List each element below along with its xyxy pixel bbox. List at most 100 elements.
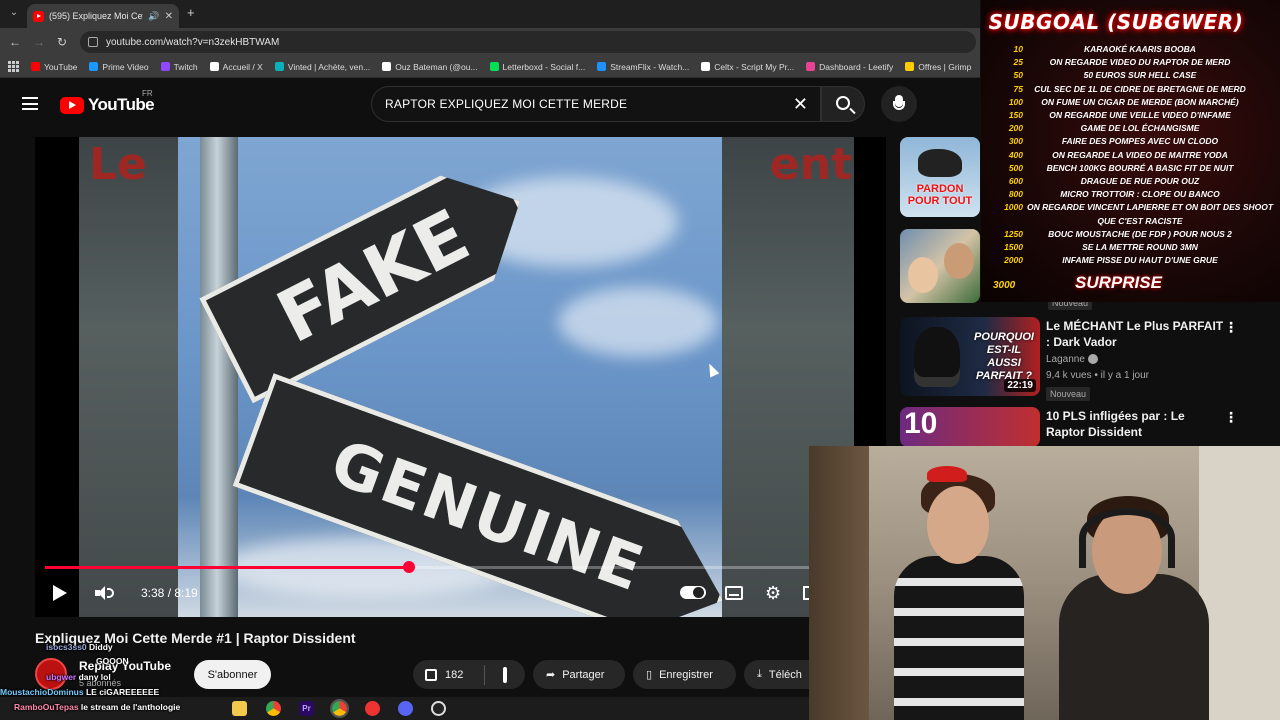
subgoal-item: 150 ON REGARDE UNE VEILLE VIDEO D'INFAME: [989, 110, 1259, 123]
video-bg-text-left: Le: [89, 139, 147, 190]
subgoal-text: ON REGARDE VINCENT LAPIERRE ET ON BOIT D…: [1027, 202, 1274, 213]
bookmark-favicon-icon: [274, 62, 284, 71]
bookmark-item[interactable]: Accueil / X: [209, 61, 263, 72]
more-options-icon[interactable]: ⋮: [1224, 409, 1238, 426]
reload-icon[interactable]: ↻: [53, 33, 71, 51]
bookmark-item[interactable]: Dashboard - Leetify: [806, 62, 893, 72]
site-info-icon[interactable]: [88, 37, 98, 47]
bookmark-item[interactable]: Offres | Grimp: [905, 62, 971, 72]
browser-tab-youtube[interactable]: (595) Expliquez Moi Cette M... 🔊 ✕: [27, 4, 179, 28]
bookmark-label: Dashboard - Leetify: [819, 61, 894, 72]
subgoal-amount: 400: [1008, 149, 1023, 160]
address-bar[interactable]: youtube.com/watch?v=n3zekHBTWAM: [80, 31, 976, 53]
rec-thumb-text: POURQUOI EST-IL AUSSI PARFAIT ?: [974, 331, 1034, 382]
subgoal-amount: 600: [1008, 176, 1023, 186]
subgoal-amount: 300: [1008, 136, 1023, 147]
rec-title[interactable]: 10 PLS infligées par : Le Raptor Disside…: [1046, 408, 1226, 440]
video-frame[interactable]: FAKE GENUINE: [178, 137, 722, 617]
webcam-shelf: [809, 446, 869, 720]
streamer-left-face: [927, 486, 989, 564]
bookmark-label: StreamFlix - Watch...: [610, 61, 690, 72]
app-icon[interactable]: [365, 701, 380, 716]
subgoal-text: ON FUME UN CIGAR DE MERDE (BON MARCHÉ): [1041, 96, 1239, 107]
bookmark-item[interactable]: Letterboxd - Social f...: [489, 62, 585, 72]
save-button[interactable]: ▯ Enregistrer: [633, 660, 736, 689]
rec-thumbnail[interactable]: [900, 229, 980, 303]
bookmark-item[interactable]: YouTube: [31, 62, 77, 72]
subgoal-amount: 2000: [1004, 255, 1023, 266]
premiere-pro-icon[interactable]: Pr: [299, 701, 314, 716]
apps-grid-icon[interactable]: [8, 61, 19, 72]
bookmark-item[interactable]: Celtx - Script My Pr...: [701, 62, 794, 72]
bookmark-favicon-icon: [382, 62, 392, 71]
dislike-button[interactable]: [492, 666, 507, 683]
chrome-active-icon[interactable]: [330, 699, 349, 718]
subgoal-text: INFAME PISSE DU HAUT D'UNE GRUE: [1062, 255, 1218, 266]
rec-channel[interactable]: Laganne: [1046, 354, 1098, 365]
file-explorer-icon[interactable]: [232, 701, 247, 716]
obs-icon[interactable]: [431, 701, 446, 716]
menu-icon[interactable]: [22, 97, 38, 110]
rec-thumbnail[interactable]: PARDON POUR TOUT: [900, 137, 980, 217]
url-text: youtube.com/watch?v=n3zekHBTWAM: [106, 36, 280, 48]
youtube-logo[interactable]: YouTube FR: [60, 89, 155, 115]
bookmark-label: Accueil / X: [222, 61, 263, 72]
like-button[interactable]: 182: [413, 664, 485, 685]
gear-icon[interactable]: ⚙: [765, 584, 781, 602]
subgoal-item: 1500 SE LA METTRE ROUND 3MN: [989, 242, 1259, 255]
close-tab-icon[interactable]: ✕: [165, 11, 173, 22]
chat-message: GOOON: [96, 656, 129, 666]
subgoal-item: 1250 BOUC MOUSTACHE (DE FDP ) POUR NOUS 2: [989, 229, 1259, 242]
bookmark-favicon-icon: [209, 62, 219, 71]
subtitles-icon[interactable]: [725, 586, 743, 600]
discord-icon[interactable]: [398, 701, 413, 716]
video-player[interactable]: Le ent FAKE GENUINE 3:38 / 8:19 ⚙: [35, 137, 886, 617]
rec-thumbnail[interactable]: POURQUOI EST-IL AUSSI PARFAIT ? 22:19: [900, 317, 1040, 396]
bookmark-label: Offres | Grimp: [918, 61, 972, 72]
search-input[interactable]: RAPTOR EXPLIQUEZ MOI CETTE MERDE ✕: [371, 86, 821, 122]
volume-icon[interactable]: [95, 585, 115, 601]
bookmark-favicon-icon: [905, 62, 915, 71]
bookmark-favicon-icon: [160, 62, 170, 71]
subscribe-button[interactable]: S'abonner: [194, 660, 271, 689]
fake-sign: FAKE: [199, 149, 547, 404]
rec-title[interactable]: Le MÉCHANT Le Plus PARFAIT : Dark Vador: [1046, 318, 1226, 350]
webcam-door: [1199, 446, 1280, 720]
subgoal-text: DRAGUE DE RUE POUR OUZ: [1080, 176, 1200, 186]
webcam-feed: [809, 446, 1280, 720]
chrome-icon[interactable]: [266, 701, 281, 716]
speaker-icon[interactable]: 🔊: [148, 11, 159, 22]
scrubber-handle[interactable]: [402, 561, 415, 573]
subgoal-item: 600 DRAGUE DE RUE POUR OUZ: [989, 176, 1259, 189]
subgoal-item: 50 50 EUROS SUR HELL CASE: [989, 70, 1259, 83]
tab-search-button[interactable]: ⌄: [6, 5, 22, 21]
bookmark-item[interactable]: Vinted | Achète, ven...: [274, 62, 370, 72]
back-arrow-icon[interactable]: ←: [6, 33, 24, 51]
bookmark-item[interactable]: StreamFlix - Watch...: [597, 62, 689, 72]
subgoal-amount: 100: [1008, 96, 1023, 107]
voice-search-button[interactable]: [881, 86, 917, 122]
browser-tab-strip: ⌄ (595) Expliquez Moi Cette M... 🔊 ✕ +: [0, 0, 980, 28]
clear-search-icon[interactable]: ✕: [793, 94, 808, 115]
subgoal-amount: 75: [1013, 83, 1023, 94]
subgoal-item: 400 ON REGARDE LA VIDEO DE MAITRE YODA: [989, 150, 1259, 163]
bookmark-favicon-icon: [489, 62, 499, 71]
bookmark-item[interactable]: Twitch: [160, 62, 198, 72]
search-button[interactable]: [821, 86, 865, 122]
subgoal-text: 50 EUROS SUR HELL CASE: [1083, 70, 1197, 81]
bookmark-label: Ouz Bateman (@ou...: [395, 61, 478, 72]
bookmark-item[interactable]: Ouz Bateman (@ou...: [382, 61, 478, 72]
forward-arrow-icon[interactable]: →: [30, 33, 48, 51]
new-tab-button[interactable]: +: [187, 5, 195, 20]
autoplay-toggle[interactable]: [680, 586, 706, 599]
subgoal-title: SUBGOAL (SUBGWER): [988, 10, 1244, 34]
rec-thumbnail[interactable]: 10: [900, 407, 1040, 447]
share-button[interactable]: ➦ Partager: [533, 660, 625, 689]
subgoal-item: 800 MICRO TROTTOIR : CLOPE OU BANCO: [989, 189, 1259, 202]
play-icon[interactable]: [53, 585, 67, 601]
subgoal-text: ON REGARDE UNE VEILLE VIDEO D'INFAME: [1049, 110, 1231, 120]
progress-bar[interactable]: [45, 566, 872, 569]
more-options-icon[interactable]: ⋮: [1224, 319, 1238, 336]
subgoal-item: 10 KARAOKÉ KAARIS BOOBA: [989, 44, 1259, 57]
bookmark-item[interactable]: Prime Video: [89, 62, 149, 72]
